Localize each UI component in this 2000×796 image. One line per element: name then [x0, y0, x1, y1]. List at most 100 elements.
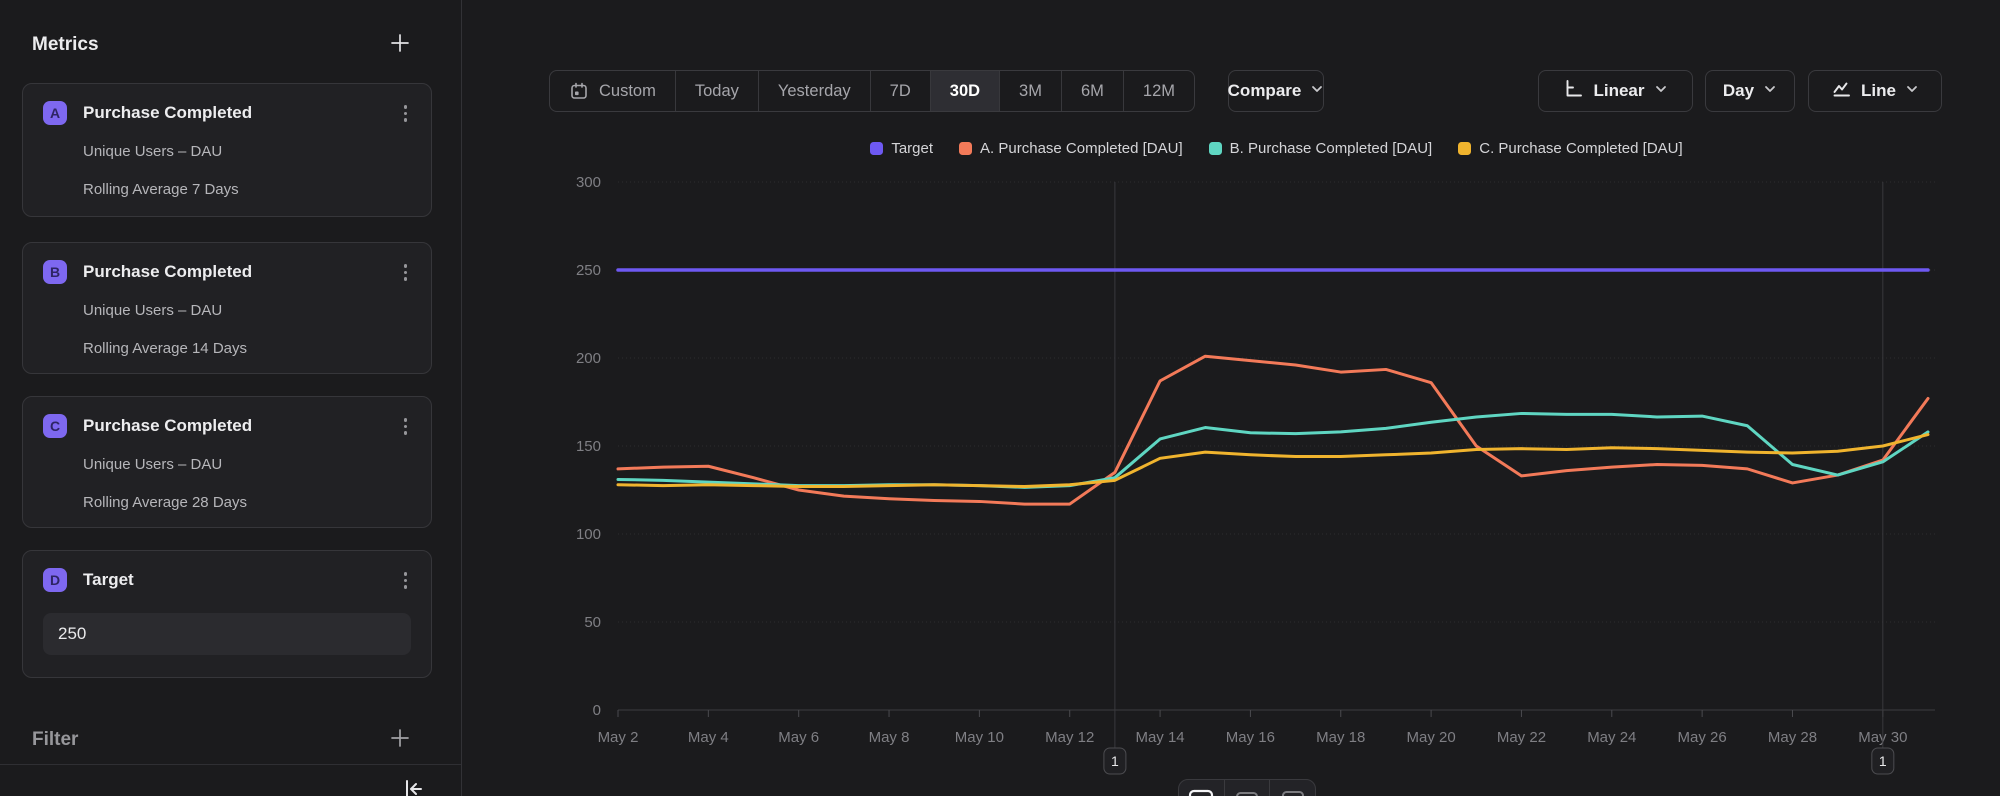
metric-measure: Unique Users – DAU [83, 143, 411, 160]
svg-text:300: 300 [576, 174, 601, 191]
range-label: 7D [890, 82, 911, 101]
annotation-badge[interactable]: 1 [1104, 748, 1126, 774]
range-12m[interactable]: 12M [1123, 71, 1194, 111]
range-30d[interactable]: 30D [930, 71, 999, 111]
svg-text:May 18: May 18 [1316, 729, 1365, 746]
view-chart-button[interactable] [1179, 780, 1224, 796]
metric-rolling-average: Rolling Average 14 Days [83, 340, 411, 357]
range-7d[interactable]: 7D [870, 71, 930, 111]
compare-label: Compare [1228, 81, 1302, 101]
target-title: Target [83, 570, 400, 590]
plus-icon [389, 32, 411, 59]
line-chart[interactable]: 050100150200250300May 2May 4May 6May 8Ma… [540, 170, 1970, 796]
svg-text:May 4: May 4 [688, 729, 729, 746]
target-value-input[interactable] [43, 613, 411, 655]
metric-card-b[interactable]: B Purchase Completed Unique Users – DAU … [22, 242, 432, 374]
rows-icon [1234, 789, 1260, 796]
legend-item[interactable]: Target [870, 140, 933, 157]
granularity-dropdown[interactable]: Day [1705, 70, 1795, 112]
axis-scale-dropdown[interactable]: Linear [1538, 70, 1693, 112]
svg-text:50: 50 [584, 614, 601, 631]
svg-text:0: 0 [593, 702, 601, 719]
compare-dropdown[interactable]: Compare [1228, 70, 1324, 112]
range-custom[interactable]: Custom [550, 71, 675, 111]
range-label: 6M [1081, 82, 1104, 101]
metric-card-c[interactable]: C Purchase Completed Unique Users – DAU … [22, 396, 432, 528]
chart-legend: Target A. Purchase Completed [DAU] B. Purc… [618, 140, 1935, 157]
calendar-icon [569, 81, 589, 101]
panel-icon [1188, 789, 1214, 796]
svg-text:May 24: May 24 [1587, 729, 1636, 746]
granularity-label: Day [1723, 81, 1754, 101]
target-card[interactable]: D Target [22, 550, 432, 678]
legend-item[interactable]: B. Purchase Completed [DAU] [1209, 140, 1433, 157]
range-6m[interactable]: 6M [1061, 71, 1123, 111]
range-label: 3M [1019, 82, 1042, 101]
metric-measure: Unique Users – DAU [83, 456, 411, 473]
svg-text:May 6: May 6 [778, 729, 819, 746]
line-chart-icon [1831, 78, 1852, 104]
svg-text:1: 1 [1111, 753, 1119, 769]
metrics-report-page: Metrics A Purchase Completed Unique User… [0, 0, 2000, 796]
series-line [618, 356, 1928, 504]
sidebar: Metrics A Purchase Completed Unique User… [0, 0, 462, 796]
legend-swatch-icon [870, 142, 883, 155]
metric-badge-a: A [43, 101, 67, 125]
metric-options-button[interactable] [400, 414, 412, 439]
view-rows-button[interactable] [1224, 780, 1270, 796]
view-table-button[interactable] [1269, 780, 1315, 796]
metric-title: Purchase Completed [83, 416, 400, 436]
chevron-down-icon [1905, 81, 1919, 101]
collapse-sidebar-button[interactable] [400, 776, 428, 796]
legend-item[interactable]: A. Purchase Completed [DAU] [959, 140, 1183, 157]
svg-text:May 14: May 14 [1135, 729, 1184, 746]
range-label: 12M [1143, 82, 1175, 101]
metric-rolling-average: Rolling Average 7 Days [83, 181, 411, 198]
chart-view-switcher [1178, 779, 1316, 796]
metric-measure: Unique Users – DAU [83, 302, 411, 319]
svg-text:May 22: May 22 [1497, 729, 1546, 746]
range-3m[interactable]: 3M [999, 71, 1061, 111]
legend-swatch-icon [1458, 142, 1471, 155]
add-filter-button[interactable] [387, 727, 413, 753]
plus-icon [389, 727, 411, 754]
metric-title: Purchase Completed [83, 103, 400, 123]
metric-badge-c: C [43, 414, 67, 438]
metric-rolling-average: Rolling Average 28 Days [83, 494, 411, 511]
legend-item[interactable]: C. Purchase Completed [DAU] [1458, 140, 1682, 157]
annotation-badge[interactable]: 1 [1872, 748, 1894, 774]
svg-text:100: 100 [576, 526, 601, 543]
metric-options-button[interactable] [400, 101, 412, 126]
chevron-down-icon [1654, 81, 1668, 101]
chart-type-label: Line [1861, 81, 1896, 101]
svg-text:May 26: May 26 [1678, 729, 1727, 746]
legend-label: C. Purchase Completed [DAU] [1479, 140, 1682, 157]
filter-section-title: Filter [32, 729, 78, 751]
chevron-down-icon [1763, 81, 1777, 101]
target-options-button[interactable] [400, 568, 412, 593]
range-yesterday[interactable]: Yesterday [758, 71, 870, 111]
collapse-left-icon [400, 789, 426, 796]
legend-label: B. Purchase Completed [DAU] [1230, 140, 1433, 157]
metric-options-button[interactable] [400, 260, 412, 285]
metric-card-a[interactable]: A Purchase Completed Unique Users – DAU … [22, 83, 432, 217]
svg-text:250: 250 [576, 262, 601, 279]
add-metric-button[interactable] [387, 32, 413, 58]
range-today[interactable]: Today [675, 71, 758, 111]
scale-label: Linear [1593, 81, 1644, 101]
metric-title: Purchase Completed [83, 262, 400, 282]
chart-type-dropdown[interactable]: Line [1808, 70, 1942, 112]
legend-label: Target [891, 140, 933, 157]
metric-badge-d: D [43, 568, 67, 592]
table-icon [1280, 789, 1306, 796]
svg-text:200: 200 [576, 350, 601, 367]
date-range-selector: Custom Today Yesterday 7D 30D 3M 6M 12M [549, 70, 1195, 112]
linear-axis-icon [1563, 78, 1584, 104]
svg-text:May 20: May 20 [1407, 729, 1456, 746]
range-label: Today [695, 82, 739, 101]
range-label: Custom [599, 82, 656, 101]
svg-text:150: 150 [576, 438, 601, 455]
range-label: 30D [950, 82, 980, 101]
chevron-down-icon [1310, 81, 1324, 101]
sidebar-divider [0, 764, 461, 765]
